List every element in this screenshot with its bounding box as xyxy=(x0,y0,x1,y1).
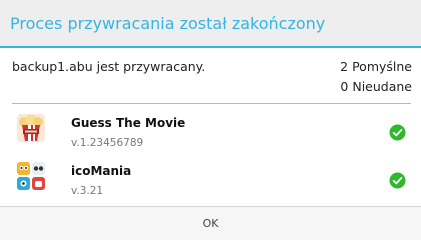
app-name: icoMania xyxy=(71,164,132,178)
check-circle-icon xyxy=(389,124,406,141)
ok-button[interactable]: OK xyxy=(0,207,421,240)
dialog-title: Proces przywracania został zakończony xyxy=(10,14,326,33)
restore-status-text: backup1.abu jest przywracany. xyxy=(12,59,206,74)
dialog-button-bar: OK xyxy=(0,207,421,240)
icomania-app-icon xyxy=(17,162,45,190)
success-count: 2 Pomyślne xyxy=(340,59,412,74)
app-list-item: icoMania v.3.21 xyxy=(0,157,421,203)
title-divider xyxy=(0,46,421,48)
app-version: v.3.21 xyxy=(71,185,104,197)
app-name: Guess The Movie xyxy=(71,116,186,130)
check-circle-icon xyxy=(389,172,406,189)
failed-count: 0 Nieudane xyxy=(340,79,412,94)
list-divider xyxy=(12,103,411,104)
popcorn-movie-app-icon xyxy=(17,114,45,142)
app-version: v.1.23456789 xyxy=(71,137,144,149)
dialog-title-bar: Proces przywracania został zakończony xyxy=(0,0,421,46)
app-list-item: Guess The Movie v.1.23456789 xyxy=(0,109,421,155)
